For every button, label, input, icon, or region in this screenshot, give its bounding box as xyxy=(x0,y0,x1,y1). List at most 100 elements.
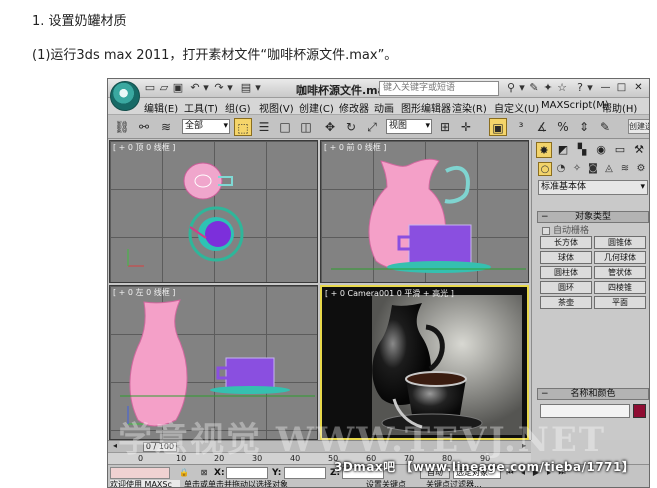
plane-button[interactable]: 平面 xyxy=(594,296,646,309)
cameras-icon[interactable]: ◙ xyxy=(586,162,600,176)
select-manipulate-icon[interactable]: ✛ xyxy=(457,118,475,136)
menu-animation[interactable]: 动画 xyxy=(374,100,394,115)
object-type-rollout[interactable]: − 对象类型 xyxy=(537,211,649,223)
cylinder-button[interactable]: 圆柱体 xyxy=(540,266,592,279)
helpers-icon[interactable]: ◬ xyxy=(602,162,616,176)
max-logo-icon[interactable] xyxy=(110,81,140,111)
undo-icon[interactable]: ↶ xyxy=(188,82,202,94)
pivot-center-icon[interactable]: ⊞ xyxy=(436,118,454,136)
maxscript-listener-field[interactable] xyxy=(110,467,170,479)
select-scale-icon[interactable]: ⤢ xyxy=(363,118,381,136)
bind-space-warp-icon[interactable]: ≋ xyxy=(157,118,175,136)
x-coord-input[interactable] xyxy=(226,467,268,479)
menu-rendering[interactable]: 渲染(R) xyxy=(452,100,487,115)
name-color-title: 名称和颜色 xyxy=(570,389,616,399)
select-rotate-icon[interactable]: ↻ xyxy=(342,118,360,136)
binoculars-icon[interactable]: ⚲ xyxy=(504,82,518,94)
viewport-top-label[interactable]: [ + 0 顶 0 线框 ] xyxy=(113,142,175,153)
percent-snap-icon[interactable]: % xyxy=(554,118,572,136)
menu-tools[interactable]: 工具(T) xyxy=(184,100,218,115)
sphere-button[interactable]: 球体 xyxy=(540,251,592,264)
viewport-front[interactable]: [ + 0 前 0 线框 ] xyxy=(320,140,529,283)
reference-coord-dropdown[interactable]: 视图 xyxy=(386,119,432,134)
menu-customize[interactable]: 自定义(U) xyxy=(494,100,539,115)
autogrid-label: 自动栅格 xyxy=(553,226,590,236)
select-move-icon[interactable]: ✥ xyxy=(321,118,339,136)
lights-icon[interactable]: ✧ xyxy=(570,162,584,176)
keyboard-shortcut-override-icon[interactable]: ▣ xyxy=(489,118,507,136)
key-filters-button[interactable]: 关键点过滤器... xyxy=(426,480,482,487)
modify-tab-icon[interactable]: ◩ xyxy=(555,142,571,158)
object-color-swatch[interactable] xyxy=(633,404,646,418)
cone-button[interactable]: 圆锥体 xyxy=(594,236,646,249)
tube-button[interactable]: 管状体 xyxy=(594,266,646,279)
shapes-icon[interactable]: ◔ xyxy=(554,162,568,176)
select-object-icon[interactable]: ⬚ xyxy=(234,118,252,136)
spinner-snap-icon[interactable]: ⇕ xyxy=(575,118,593,136)
autogrid-checkbox[interactable]: 自动栅格 xyxy=(542,223,589,236)
angle-snap-icon[interactable]: ∡ xyxy=(533,118,551,136)
menu-bar: 编辑(E) 工具(T) 组(G) 视图(V) 创建(C) 修改器 动画 图形编辑… xyxy=(108,98,649,115)
motion-tab-icon[interactable]: ◉ xyxy=(593,142,609,158)
box-button[interactable]: 长方体 xyxy=(540,236,592,249)
close-button[interactable]: ✕ xyxy=(631,81,646,95)
help-dropdown-icon[interactable]: ▾ xyxy=(586,82,594,94)
project-folder-icon[interactable]: ▤ xyxy=(240,82,252,94)
torus-button[interactable]: 圆环 xyxy=(540,281,592,294)
systems-icon[interactable]: ⚙ xyxy=(634,162,648,176)
unlink-icon[interactable]: ⚯ xyxy=(135,118,153,136)
viewport-left-label[interactable]: [ + 0 左 0 线框 ] xyxy=(113,287,175,298)
space-warps-icon[interactable]: ≋ xyxy=(618,162,632,176)
utilities-tab-icon[interactable]: ⚒ xyxy=(631,142,647,158)
viewport-top[interactable]: [ + 0 顶 0 线框 ] xyxy=(109,140,318,283)
help-icon[interactable]: ? xyxy=(574,82,586,94)
menu-group[interactable]: 组(G) xyxy=(225,100,251,115)
named-selection-set-field[interactable]: 创建选 xyxy=(628,119,649,134)
edit-named-selection-icon[interactable]: ✎ xyxy=(596,118,614,136)
geometry-category-dropdown[interactable]: 标准基本体 xyxy=(538,180,648,195)
menu-views[interactable]: 视图(V) xyxy=(259,100,294,115)
search-input[interactable]: 键入关键字或短语 xyxy=(379,81,499,96)
absolute-mode-icon[interactable]: ⊠ xyxy=(198,467,210,479)
maximize-button[interactable]: □ xyxy=(614,81,629,95)
redo-icon[interactable]: ↷ xyxy=(212,82,226,94)
lock-selection-icon[interactable]: 🔒 xyxy=(178,467,190,479)
geometry-icon[interactable]: ○ xyxy=(538,162,552,176)
undo-dropdown-icon[interactable]: ▾ xyxy=(202,82,210,94)
search-dropdown-icon[interactable]: ▾ xyxy=(518,82,526,94)
select-by-name-icon[interactable]: ☰ xyxy=(255,118,273,136)
window-crossing-icon[interactable]: ◫ xyxy=(297,118,315,136)
name-color-rollout[interactable]: − 名称和颜色 xyxy=(537,388,649,400)
redo-dropdown-icon[interactable]: ▾ xyxy=(226,82,234,94)
new-file-icon[interactable]: ▭ xyxy=(144,82,156,94)
menu-maxscript[interactable]: MAXScript(M) xyxy=(541,100,609,111)
save-icon[interactable]: ▣ xyxy=(172,82,184,94)
hierarchy-tab-icon[interactable]: ▚ xyxy=(574,142,590,158)
pyramid-button[interactable]: 四棱锥 xyxy=(594,281,646,294)
top-scene xyxy=(127,162,244,267)
menu-graph-editors[interactable]: 图形编辑器 xyxy=(401,100,451,115)
open-file-icon[interactable]: ▱ xyxy=(158,82,170,94)
viewport-front-label[interactable]: [ + 0 前 0 线框 ] xyxy=(324,142,386,153)
rectangular-region-icon[interactable]: □ xyxy=(276,118,294,136)
status-prompt: 单击或单击并拖动以选择对象 xyxy=(184,480,288,488)
subscription-icon[interactable]: ✎ xyxy=(528,82,540,94)
menu-edit[interactable]: 编辑(E) xyxy=(144,100,178,115)
menu-help[interactable]: 帮助(H) xyxy=(602,100,637,115)
link-icon[interactable]: ⛓ xyxy=(113,118,131,136)
geosphere-button[interactable]: 几何球体 xyxy=(594,251,646,264)
create-tab-icon[interactable]: ✸ xyxy=(536,142,552,158)
snaps-toggle-icon[interactable]: ³ xyxy=(512,118,530,136)
viewport-camera-label[interactable]: [ + 0 Camera001 0 平滑 + 高光 ] xyxy=(325,288,454,299)
y-coord-input[interactable] xyxy=(284,467,326,479)
set-key-button[interactable]: 设置关键点 xyxy=(366,480,406,487)
display-tab-icon[interactable]: ▭ xyxy=(612,142,628,158)
communication-icon[interactable]: ✦ xyxy=(542,82,554,94)
menu-modifiers[interactable]: 修改器 xyxy=(339,100,369,115)
minimize-button[interactable]: — xyxy=(598,81,613,95)
favorites-star-icon[interactable]: ☆ xyxy=(556,82,568,94)
selection-filter-dropdown[interactable]: 全部 xyxy=(182,119,230,134)
menu-create[interactable]: 创建(C) xyxy=(299,100,334,115)
teapot-button[interactable]: 茶壶 xyxy=(540,296,592,309)
quick-access-dropdown-icon[interactable]: ▾ xyxy=(254,82,262,94)
